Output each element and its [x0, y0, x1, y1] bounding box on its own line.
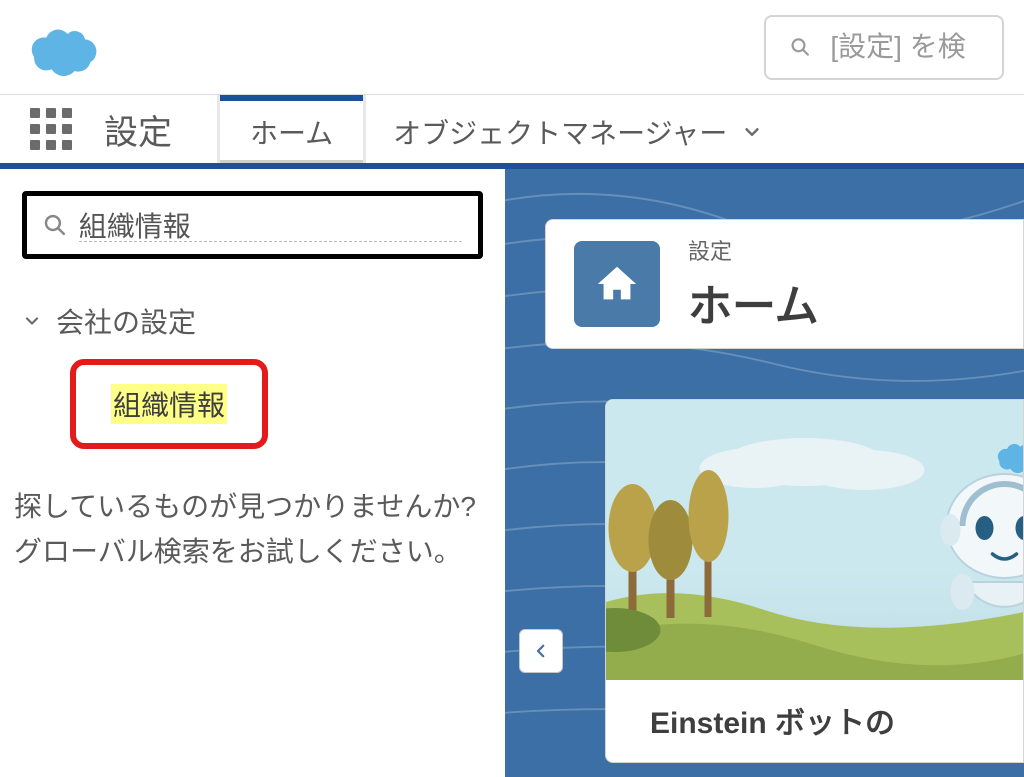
quick-find-input[interactable] — [79, 209, 462, 242]
chevron-left-icon — [532, 642, 550, 660]
einstein-promo-card[interactable]: Einstein ボットの — [605, 399, 1024, 763]
chevron-down-icon[interactable] — [22, 311, 42, 331]
search-icon — [43, 212, 67, 238]
main-content: 設定 ホーム — [505, 169, 1024, 777]
nav-bar: 設定 ホーム オブジェクトマネージャー — [0, 95, 1024, 169]
setup-sidebar: 会社の設定 組織情報 探しているものが見つかりませんか? グローバル検索をお試し… — [0, 169, 505, 777]
help-line: グローバル検索をお試しください。 — [14, 530, 483, 575]
page-icon-badge — [574, 241, 660, 327]
quick-find-help-text: 探しているものが見つかりませんか? グローバル検索をお試しください。 — [14, 485, 483, 575]
salesforce-logo[interactable] — [20, 20, 108, 78]
page-subtitle: 設定 — [688, 234, 819, 266]
search-icon — [790, 34, 810, 60]
home-icon — [594, 261, 640, 307]
tree-item-company-information[interactable]: 組織情報 — [70, 359, 268, 449]
tab-label: ホーム — [250, 112, 333, 152]
sidebar-collapse-button[interactable] — [519, 629, 563, 673]
global-search-input[interactable] — [830, 31, 978, 63]
app-launcher-icon[interactable] — [30, 108, 72, 150]
tree-item-label: 組織情報 — [111, 384, 227, 424]
tree-section-company-settings[interactable]: 会社の設定 — [22, 301, 483, 341]
page-header-card: 設定 ホーム — [545, 219, 1024, 349]
tab-object-manager[interactable]: オブジェクトマネージャー — [363, 95, 793, 163]
tab-label: オブジェクトマネージャー — [393, 112, 727, 152]
cloud-icon — [20, 20, 108, 78]
page-title: ホーム — [688, 270, 819, 334]
landscape-svg — [606, 400, 1023, 680]
tab-home[interactable]: ホーム — [220, 95, 363, 163]
chevron-down-icon — [741, 121, 763, 143]
global-header — [0, 0, 1024, 95]
promo-title: Einstein ボットの — [606, 680, 1023, 762]
setup-quick-find[interactable] — [22, 191, 483, 259]
tree-section-label: 会社の設定 — [56, 301, 196, 341]
nav-title: 設定 — [104, 105, 172, 154]
help-line: 探しているものが見つかりませんか? — [14, 485, 483, 530]
global-search[interactable] — [764, 15, 1004, 80]
einstein-illustration — [606, 400, 1023, 680]
